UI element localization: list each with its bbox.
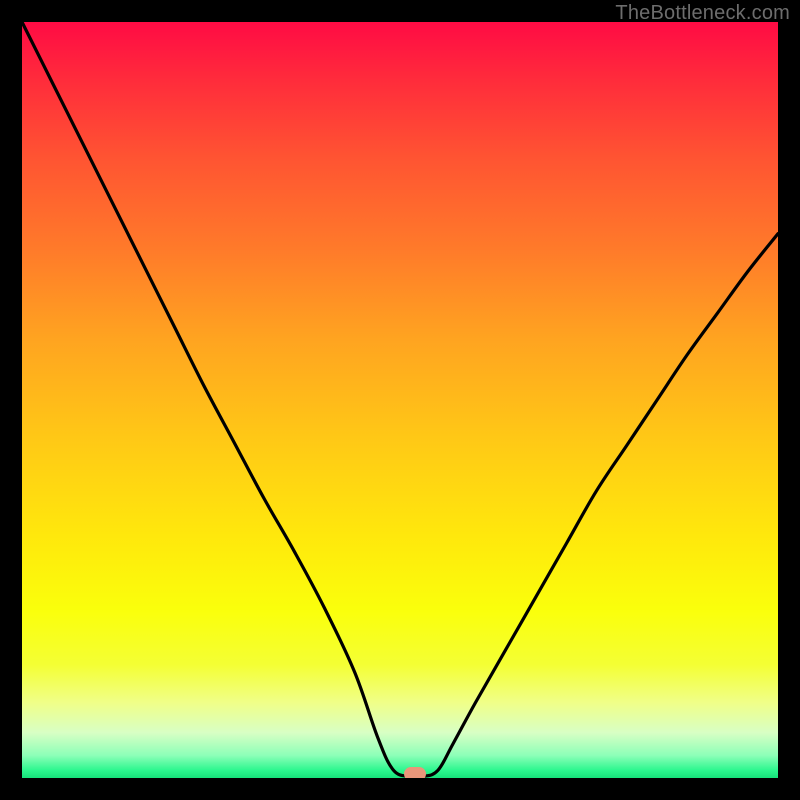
min-marker xyxy=(404,767,426,778)
bottleneck-curve xyxy=(22,22,778,778)
plot-area xyxy=(22,22,778,778)
attribution-text: TheBottleneck.com xyxy=(615,2,790,25)
chart-frame: TheBottleneck.com xyxy=(0,0,800,800)
